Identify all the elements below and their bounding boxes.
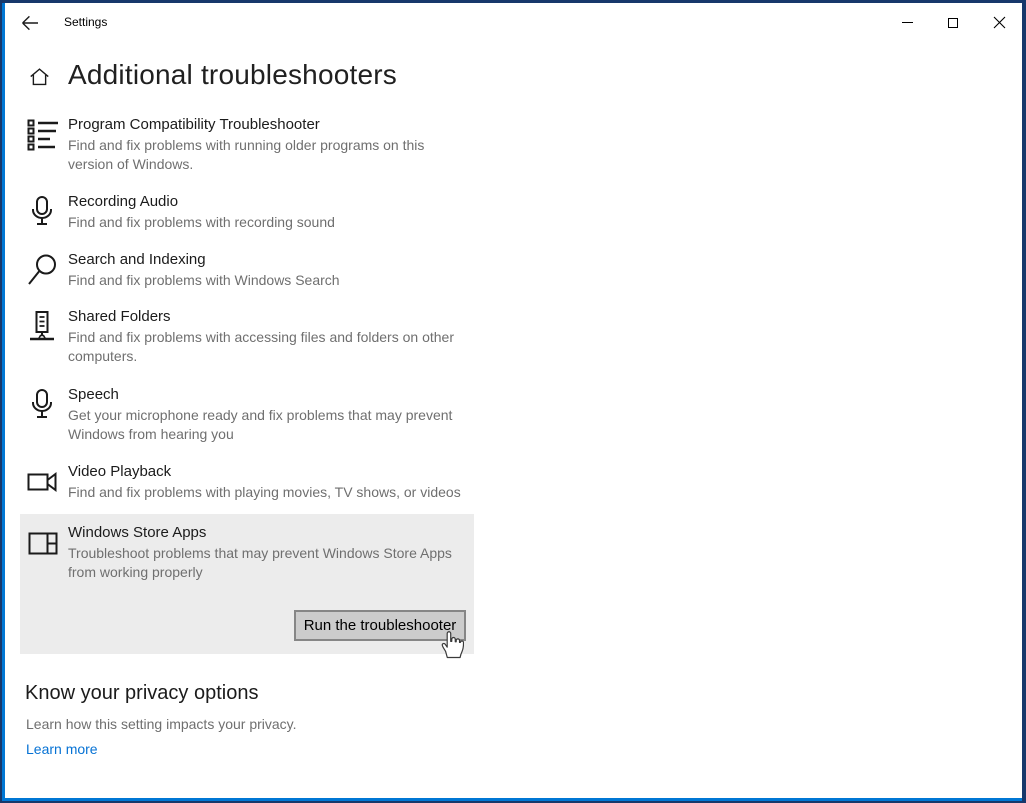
search-icon: [26, 250, 68, 290]
program-list-icon: [26, 115, 68, 174]
window-title: Settings: [64, 15, 108, 29]
troubleshooter-description: Find and fix problems with Windows Searc…: [68, 272, 340, 288]
maximize-icon: [948, 17, 958, 28]
learn-more-link[interactable]: Learn more: [26, 741, 98, 757]
microphone-icon: [26, 192, 68, 232]
back-arrow-icon: [21, 15, 39, 31]
troubleshooter-description: Find and fix problems with accessing fil…: [68, 329, 454, 364]
run-troubleshooter-button[interactable]: Run the troubleshooter: [294, 610, 466, 641]
windows-store-apps-panel[interactable]: Windows Store Apps Troubleshoot problems…: [20, 514, 474, 654]
privacy-heading: Know your privacy options: [25, 682, 259, 704]
troubleshooter-search-indexing[interactable]: Search and Indexing Find and fix problem…: [26, 250, 466, 290]
close-button[interactable]: [976, 3, 1022, 42]
troubleshooter-video-playback[interactable]: Video Playback Find and fix problems wit…: [26, 462, 466, 502]
troubleshooter-name: Recording Audio: [68, 193, 179, 210]
window-frame-accent-bottom: [2, 798, 1022, 801]
troubleshooter-program-compatibility[interactable]: Program Compatibility Troubleshooter Fin…: [26, 115, 466, 174]
troubleshooter-name: Video Playback: [68, 463, 172, 480]
maximize-button[interactable]: [930, 3, 976, 42]
troubleshooter-name: Program Compatibility Troubleshooter: [68, 116, 320, 133]
shared-folders-icon: [26, 307, 68, 366]
troubleshooter-description: Find and fix problems with recording sou…: [68, 214, 335, 230]
troubleshooter-description: Troubleshoot problems that may prevent W…: [68, 545, 452, 580]
troubleshooter-name: Speech: [68, 386, 119, 403]
window-frame-accent-left: [2, 3, 5, 801]
troubleshooter-shared-folders[interactable]: Shared Folders Find and fix problems wit…: [26, 307, 466, 366]
page-title: Additional troubleshooters: [68, 59, 397, 90]
store-apps-icon: [26, 523, 68, 582]
minimize-button[interactable]: [884, 3, 930, 42]
troubleshooter-name: Windows Store Apps: [68, 524, 207, 541]
microphone-icon: [26, 385, 68, 444]
troubleshooter-name: Search and Indexing: [68, 251, 206, 268]
minimize-icon: [901, 22, 913, 23]
troubleshooter-description: Find and fix problems with playing movie…: [68, 484, 461, 500]
window-controls: [884, 3, 1022, 42]
troubleshooter-recording-audio[interactable]: Recording Audio Find and fix problems wi…: [26, 192, 466, 232]
troubleshooter-windows-store-apps[interactable]: Windows Store Apps Troubleshoot problems…: [26, 523, 466, 582]
troubleshooter-description: Find and fix problems with running older…: [68, 137, 425, 172]
privacy-text: Learn how this setting impacts your priv…: [26, 716, 297, 732]
home-icon: [29, 67, 50, 87]
video-camera-icon: [26, 462, 68, 502]
settings-window: Settings Additional troubleshooters Prog…: [0, 0, 1026, 803]
close-icon: [993, 16, 1006, 29]
troubleshooter-name: Shared Folders: [68, 308, 171, 325]
back-button[interactable]: [8, 3, 52, 42]
titlebar: Settings: [2, 3, 1022, 42]
troubleshooter-speech[interactable]: Speech Get your microphone ready and fix…: [26, 385, 466, 444]
troubleshooter-description: Get your microphone ready and fix proble…: [68, 407, 453, 442]
